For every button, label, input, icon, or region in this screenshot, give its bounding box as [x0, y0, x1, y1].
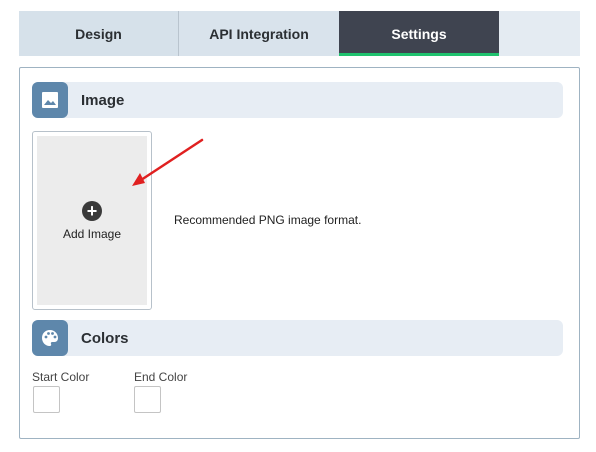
tab-bar: Design API Integration Settings — [19, 11, 580, 56]
settings-panel: Image + Add Image Recommended PNG image … — [19, 67, 580, 439]
start-color-label: Start Color — [32, 370, 90, 384]
add-image-label: Add Image — [62, 226, 122, 241]
image-section-title: Image — [81, 91, 125, 109]
tab-settings[interactable]: Settings — [339, 11, 499, 56]
image-icon — [32, 82, 68, 118]
palette-icon — [32, 320, 68, 356]
tab-api-integration[interactable]: API Integration — [179, 11, 339, 56]
plus-circle-icon: + — [82, 200, 102, 221]
colors-section-title: Colors — [81, 329, 129, 347]
image-format-hint: Recommended PNG image format. — [174, 213, 362, 227]
tab-design[interactable]: Design — [19, 11, 179, 56]
red-arrow-icon — [132, 138, 204, 186]
end-color-picker[interactable] — [134, 386, 161, 413]
colors-section-header: Colors — [32, 320, 563, 356]
start-color-picker[interactable] — [33, 386, 60, 413]
end-color-label: End Color — [134, 370, 188, 384]
image-section-header: Image — [32, 82, 563, 118]
